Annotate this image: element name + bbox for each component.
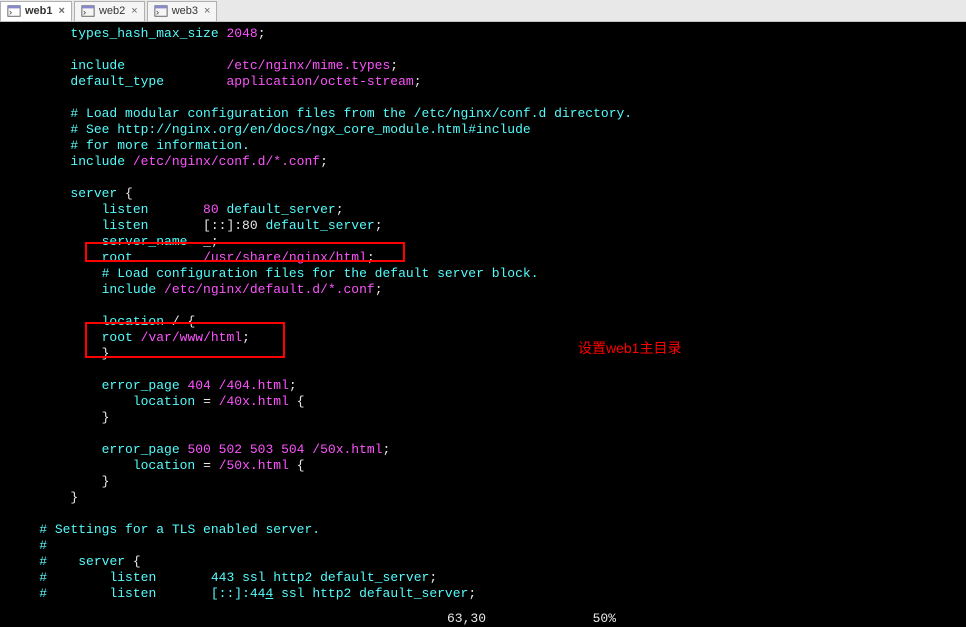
code-line	[0, 298, 966, 314]
cursor-position: 63,30	[447, 611, 486, 627]
code-line: listen 80 default_server;	[0, 202, 966, 218]
tab-bar: web1 × web2 × web3 ×	[0, 0, 966, 22]
code-line	[0, 362, 966, 378]
code-line: }	[0, 474, 966, 490]
terminal-icon	[81, 4, 95, 18]
code-line: types_hash_max_size 2048;	[0, 26, 966, 42]
status-bar: 63,30 50%	[0, 611, 966, 627]
code-line: # listen [::]:444 ssl http2 default_serv…	[0, 586, 966, 602]
code-line	[0, 170, 966, 186]
terminal-editor[interactable]: types_hash_max_size 2048; include /etc/n…	[0, 22, 966, 627]
code-line: include /etc/nginx/mime.types;	[0, 58, 966, 74]
code-line: # Load modular configuration files from …	[0, 106, 966, 122]
code-line	[0, 426, 966, 442]
code-line: # listen 443 ssl http2 default_server;	[0, 570, 966, 586]
close-icon[interactable]: ×	[131, 5, 137, 17]
code-line: #	[0, 538, 966, 554]
code-line: include /etc/nginx/conf.d/*.conf;	[0, 154, 966, 170]
close-icon[interactable]: ×	[204, 5, 210, 17]
code-line: # Load configuration files for the defau…	[0, 266, 966, 282]
code-line: error_page 500 502 503 504 /50x.html;	[0, 442, 966, 458]
tab-web1[interactable]: web1 ×	[0, 1, 72, 21]
code-line: server_name _;	[0, 234, 966, 250]
code-line: location / {	[0, 314, 966, 330]
code-line: # for more information.	[0, 138, 966, 154]
tab-label: web2	[99, 5, 125, 17]
code-line: location = /40x.html {	[0, 394, 966, 410]
code-line: server {	[0, 186, 966, 202]
code-line: default_type application/octet-stream;	[0, 74, 966, 90]
code-line: # See http://nginx.org/en/docs/ngx_core_…	[0, 122, 966, 138]
code-line: include /etc/nginx/default.d/*.conf;	[0, 282, 966, 298]
code-line: location = /50x.html {	[0, 458, 966, 474]
code-line: listen [::]:80 default_server;	[0, 218, 966, 234]
code-line	[0, 42, 966, 58]
code-line	[0, 506, 966, 522]
code-line: }	[0, 490, 966, 506]
code-line: }	[0, 346, 966, 362]
tab-label: web3	[172, 5, 198, 17]
code-line: # server {	[0, 554, 966, 570]
tab-web2[interactable]: web2 ×	[74, 1, 145, 21]
tab-web3[interactable]: web3 ×	[147, 1, 218, 21]
terminal-icon	[7, 4, 21, 18]
code-line: root /var/www/html;	[0, 330, 966, 346]
scroll-percent: 50%	[593, 611, 616, 627]
code-line: root /usr/share/nginx/html;	[0, 250, 966, 266]
annotation-label: 设置web1主目录	[578, 340, 681, 356]
code-line: # Settings for a TLS enabled server.	[0, 522, 966, 538]
code-line: }	[0, 410, 966, 426]
close-icon[interactable]: ×	[59, 5, 65, 17]
tab-label: web1	[25, 5, 53, 17]
code-line	[0, 90, 966, 106]
code-line: error_page 404 /404.html;	[0, 378, 966, 394]
terminal-icon	[154, 4, 168, 18]
